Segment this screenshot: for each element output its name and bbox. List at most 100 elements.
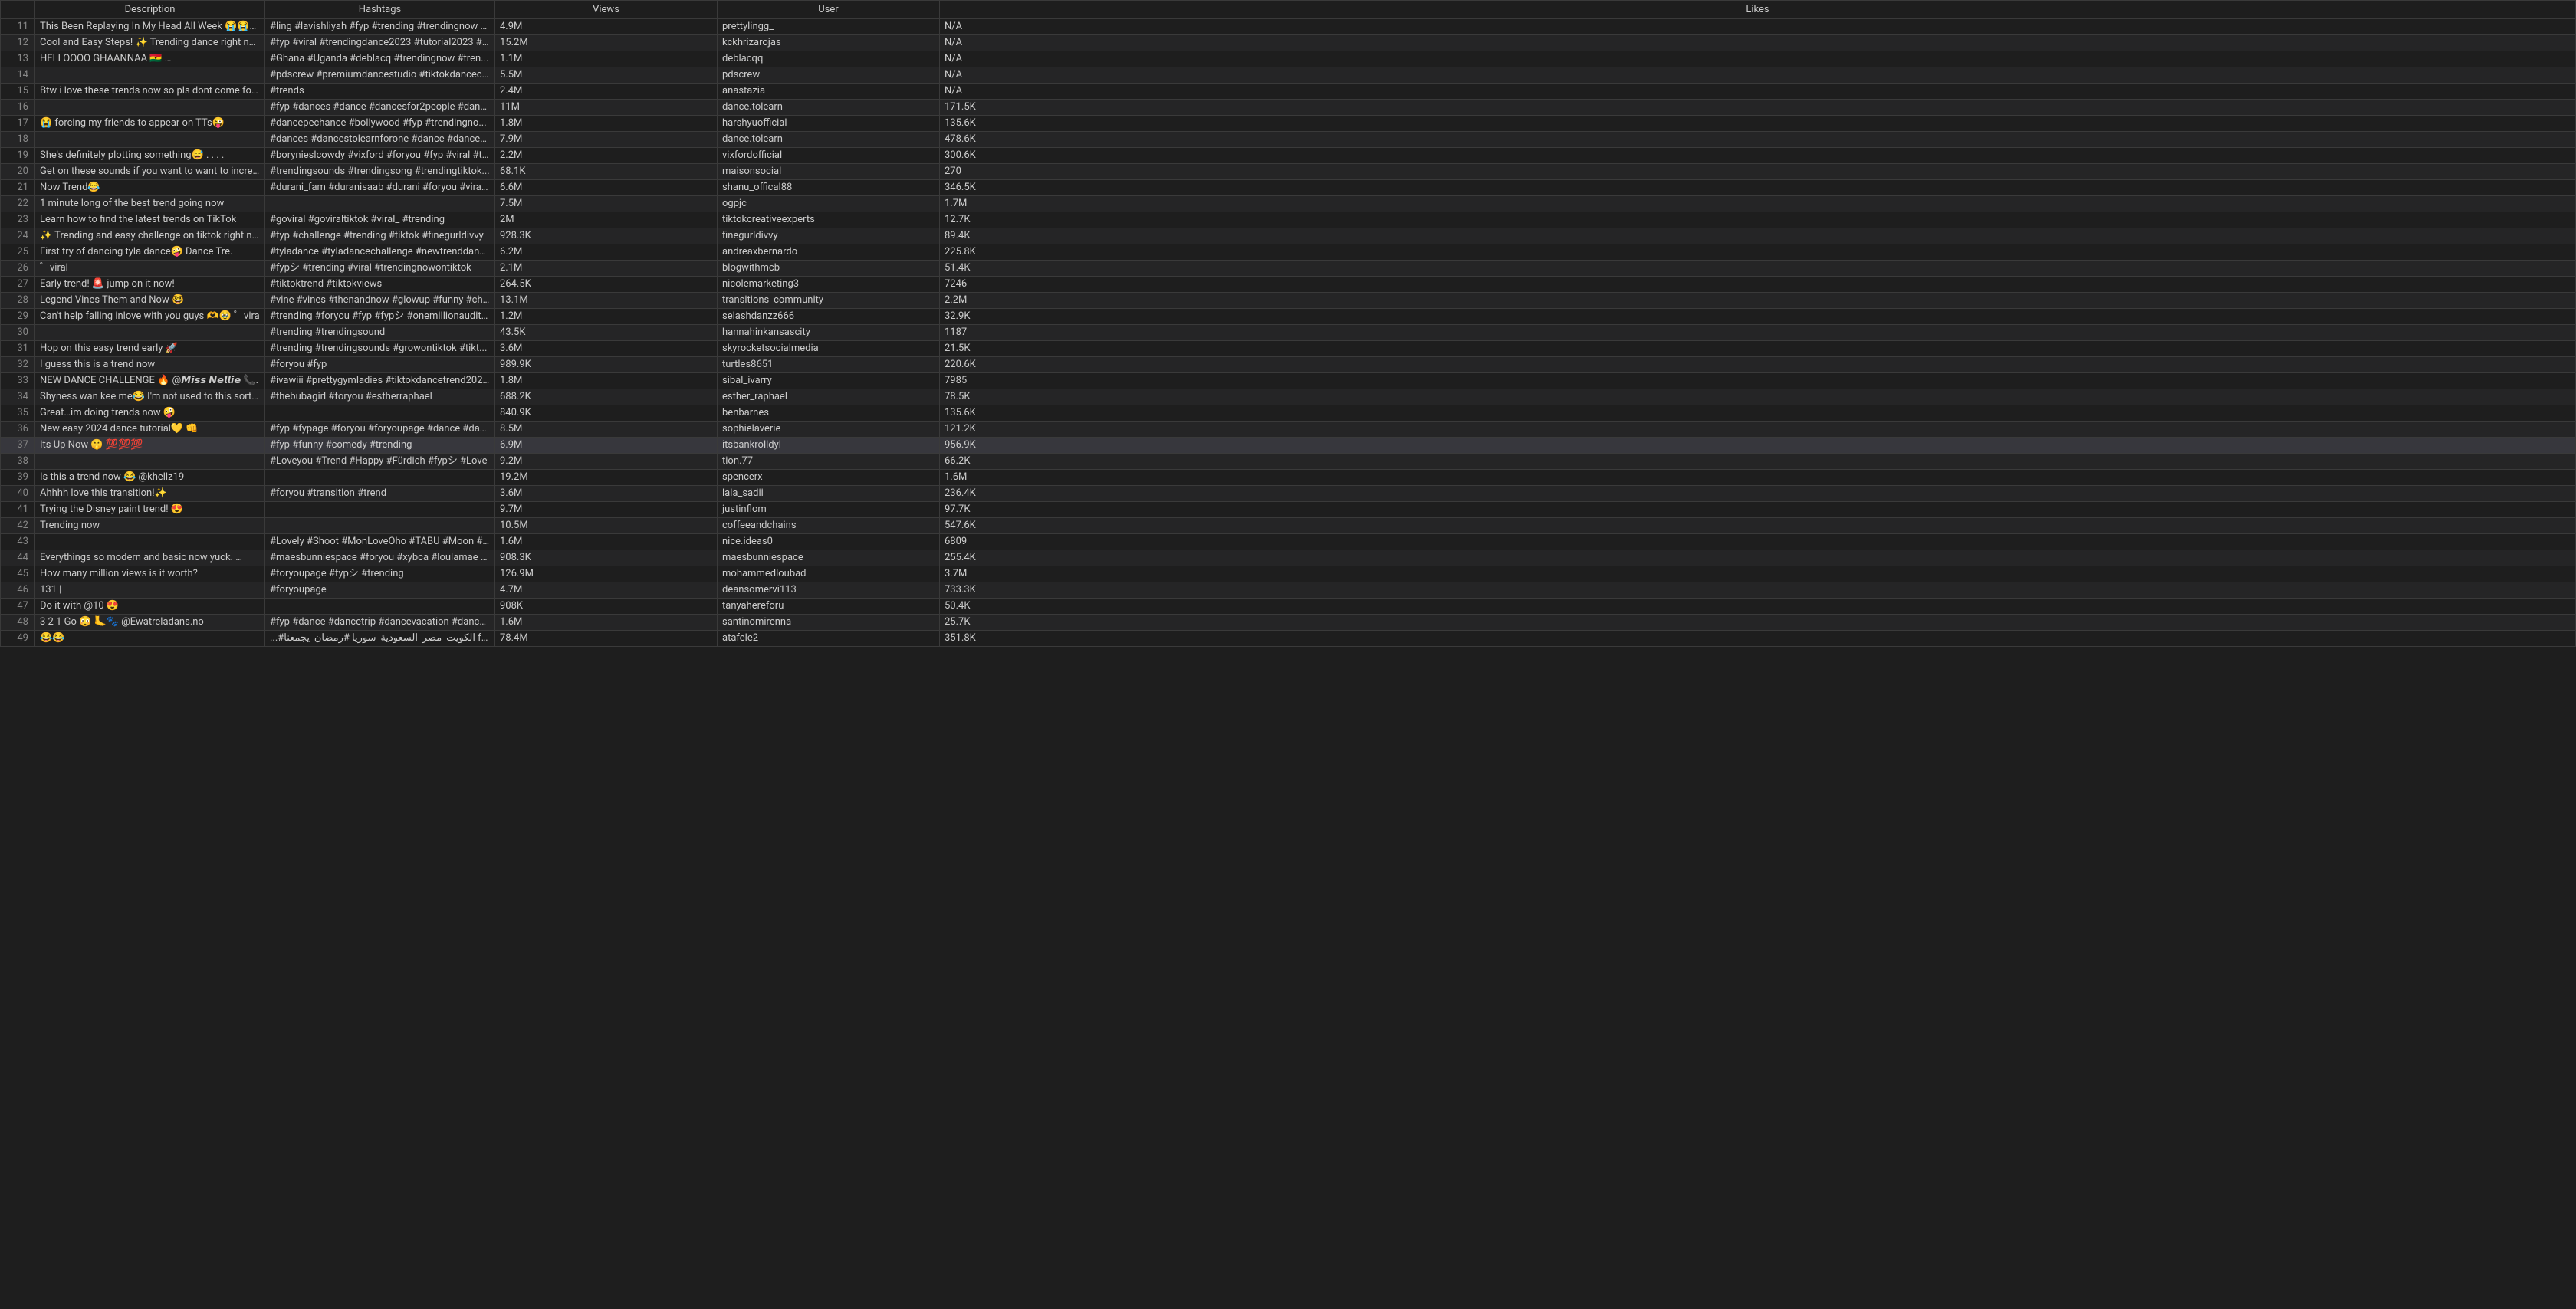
table-row[interactable]: 12Cool and Easy Steps! ✨ Trending dance … bbox=[1, 35, 2576, 51]
cell-description[interactable]: Ahhhh love this transition!✨ bbox=[35, 486, 265, 502]
table-row[interactable]: 16#fyp #dances #dance #dancesfor2people … bbox=[1, 100, 2576, 116]
row-number[interactable]: 34 bbox=[1, 389, 35, 405]
cell-likes[interactable]: 478.6K bbox=[940, 132, 2576, 148]
cell-user[interactable]: coffeeandchains bbox=[718, 518, 940, 534]
row-number[interactable]: 25 bbox=[1, 244, 35, 261]
cell-user[interactable]: vixfordofficial bbox=[718, 148, 940, 164]
cell-views[interactable]: 1.6M bbox=[495, 534, 718, 550]
table-row[interactable]: 27Early trend! 🚨 jump on it now!#tiktokt… bbox=[1, 277, 2576, 293]
cell-hashtags[interactable]: #fyp #fypage #foryou #foryoupage #dance … bbox=[265, 422, 495, 438]
cell-hashtags[interactable]: #goviral #goviraltiktok #viral_ #trendin… bbox=[265, 212, 495, 228]
table-row[interactable]: 32I guess this is a trend now#foryou #fy… bbox=[1, 357, 2576, 373]
table-row[interactable]: 23Learn how to find the latest trends on… bbox=[1, 212, 2576, 228]
cell-views[interactable]: 2.1M bbox=[495, 261, 718, 277]
cell-views[interactable]: 2.4M bbox=[495, 84, 718, 100]
row-number[interactable]: 24 bbox=[1, 228, 35, 244]
row-number[interactable]: 35 bbox=[1, 405, 35, 422]
cell-hashtags[interactable] bbox=[265, 502, 495, 518]
cell-user[interactable]: spencerx bbox=[718, 470, 940, 486]
cell-hashtags[interactable]: #trending #trendingsound bbox=[265, 325, 495, 341]
table-row[interactable]: 36New easy 2024 dance tutorial💛 👊#fyp #f… bbox=[1, 422, 2576, 438]
row-number[interactable]: 37 bbox=[1, 438, 35, 454]
row-number[interactable]: 49 bbox=[1, 631, 35, 647]
cell-description[interactable]: ✨ Trending and easy challenge on tiktok … bbox=[35, 228, 265, 244]
cell-user[interactable]: maesbunniespace bbox=[718, 550, 940, 566]
cell-description[interactable]: Trying the Disney paint trend! 😍 bbox=[35, 502, 265, 518]
cell-likes[interactable]: 21.5K bbox=[940, 341, 2576, 357]
cell-description[interactable] bbox=[35, 325, 265, 341]
cell-hashtags[interactable]: #trendingsounds #trendingsong #trendingt… bbox=[265, 164, 495, 180]
cell-hashtags[interactable]: #dancepechance #bollywood #fyp #trending… bbox=[265, 116, 495, 132]
row-number[interactable]: 43 bbox=[1, 534, 35, 550]
cell-views[interactable]: 928.3K bbox=[495, 228, 718, 244]
cell-user[interactable]: ogpjc bbox=[718, 196, 940, 212]
table-row[interactable]: 38#Loveyou #Trend #Happy #Fürdich #fypシ … bbox=[1, 454, 2576, 470]
cell-hashtags[interactable]: #tyladance #tyladancechallenge #newtrend… bbox=[265, 244, 495, 261]
cell-likes[interactable]: N/A bbox=[940, 51, 2576, 67]
cell-user[interactable]: nice.ideas0 bbox=[718, 534, 940, 550]
cell-user[interactable]: skyrocketsocialmedia bbox=[718, 341, 940, 357]
table-row[interactable]: 11This Been Replaying In My Head All Wee… bbox=[1, 19, 2576, 35]
row-number[interactable]: 17 bbox=[1, 116, 35, 132]
cell-description[interactable]: Everythings so modern and basic now yuck… bbox=[35, 550, 265, 566]
cell-likes[interactable]: N/A bbox=[940, 67, 2576, 84]
table-row[interactable]: 13HELLOOOO GHAANNAA 🇬🇭 …#Ghana #Uganda #… bbox=[1, 51, 2576, 67]
cell-views[interactable]: 1.1M bbox=[495, 51, 718, 67]
table-row[interactable]: 37Its Up Now 🤫 💯💯💯#fyp #funny #comedy #t… bbox=[1, 438, 2576, 454]
cell-likes[interactable]: 51.4K bbox=[940, 261, 2576, 277]
cell-description[interactable]: 😂😂 bbox=[35, 631, 265, 647]
cell-views[interactable]: 13.1M bbox=[495, 293, 718, 309]
row-number[interactable]: 47 bbox=[1, 599, 35, 615]
row-number[interactable]: 46 bbox=[1, 582, 35, 599]
row-number[interactable]: 11 bbox=[1, 19, 35, 35]
cell-hashtags[interactable]: #fyp #viral #trendingdance2023 #tutorial… bbox=[265, 35, 495, 51]
cell-likes[interactable]: 300.6K bbox=[940, 148, 2576, 164]
cell-views[interactable]: 15.2M bbox=[495, 35, 718, 51]
row-number[interactable]: 29 bbox=[1, 309, 35, 325]
cell-likes[interactable]: 66.2K bbox=[940, 454, 2576, 470]
cell-user[interactable]: deansomervi113 bbox=[718, 582, 940, 599]
cell-likes[interactable]: 270 bbox=[940, 164, 2576, 180]
table-row[interactable]: 30#trending #trendingsound43.5Khannahink… bbox=[1, 325, 2576, 341]
cell-views[interactable]: 264.5K bbox=[495, 277, 718, 293]
cell-user[interactable]: justinflom bbox=[718, 502, 940, 518]
cell-user[interactable]: tanyahereforu bbox=[718, 599, 940, 615]
cell-user[interactable]: tiktokcreativeexperts bbox=[718, 212, 940, 228]
cell-description[interactable]: She's definitely plotting something😅 . .… bbox=[35, 148, 265, 164]
cell-likes[interactable]: 25.7K bbox=[940, 615, 2576, 631]
cell-likes[interactable]: 6809 bbox=[940, 534, 2576, 550]
col-header-views[interactable]: Views bbox=[495, 1, 718, 19]
cell-views[interactable]: 19.2M bbox=[495, 470, 718, 486]
cell-description[interactable]: Shyness wan kee me😂 I'm not used to this… bbox=[35, 389, 265, 405]
table-row[interactable]: 221 minute long of the best trend going … bbox=[1, 196, 2576, 212]
cell-user[interactable]: finegurldivvy bbox=[718, 228, 940, 244]
cell-user[interactable]: hannahinkansascity bbox=[718, 325, 940, 341]
table-row[interactable]: 15Btw i love these trends now so pls don… bbox=[1, 84, 2576, 100]
cell-likes[interactable]: 1.7M bbox=[940, 196, 2576, 212]
cell-likes[interactable]: 12.7K bbox=[940, 212, 2576, 228]
cell-user[interactable]: harshyuofficial bbox=[718, 116, 940, 132]
cell-description[interactable] bbox=[35, 100, 265, 116]
cell-hashtags[interactable]: #fypシ #trending #viral #trendingnowontik… bbox=[265, 261, 495, 277]
row-number[interactable]: 19 bbox=[1, 148, 35, 164]
col-header-description[interactable]: Description bbox=[35, 1, 265, 19]
cell-views[interactable]: 68.1K bbox=[495, 164, 718, 180]
cell-description[interactable]: ゜viral bbox=[35, 261, 265, 277]
cell-description[interactable]: HELLOOOO GHAANNAA 🇬🇭 … bbox=[35, 51, 265, 67]
cell-hashtags[interactable]: #pdscrew #premiumdancestudio #tiktokdanc… bbox=[265, 67, 495, 84]
cell-description[interactable]: Cool and Easy Steps! ✨ Trending dance ri… bbox=[35, 35, 265, 51]
cell-description[interactable]: Great…im doing trends now 🤪 bbox=[35, 405, 265, 422]
row-number[interactable]: 36 bbox=[1, 422, 35, 438]
cell-likes[interactable]: 1187 bbox=[940, 325, 2576, 341]
table-row[interactable]: 25First try of dancing tyla dance🤪 Dance… bbox=[1, 244, 2576, 261]
cell-description[interactable] bbox=[35, 534, 265, 550]
cell-user[interactable]: deblacqq bbox=[718, 51, 940, 67]
row-number[interactable]: 21 bbox=[1, 180, 35, 196]
data-grid[interactable]: Description Hashtags Views User Likes 11… bbox=[0, 0, 2576, 647]
cell-views[interactable]: 8.5M bbox=[495, 422, 718, 438]
cell-views[interactable]: 908K bbox=[495, 599, 718, 615]
row-number[interactable]: 23 bbox=[1, 212, 35, 228]
table-row[interactable]: 40Ahhhh love this transition!✨#foryou #t… bbox=[1, 486, 2576, 502]
cell-user[interactable]: sibal_ivarry bbox=[718, 373, 940, 389]
table-row[interactable]: 41Trying the Disney paint trend! 😍9.7Mju… bbox=[1, 502, 2576, 518]
